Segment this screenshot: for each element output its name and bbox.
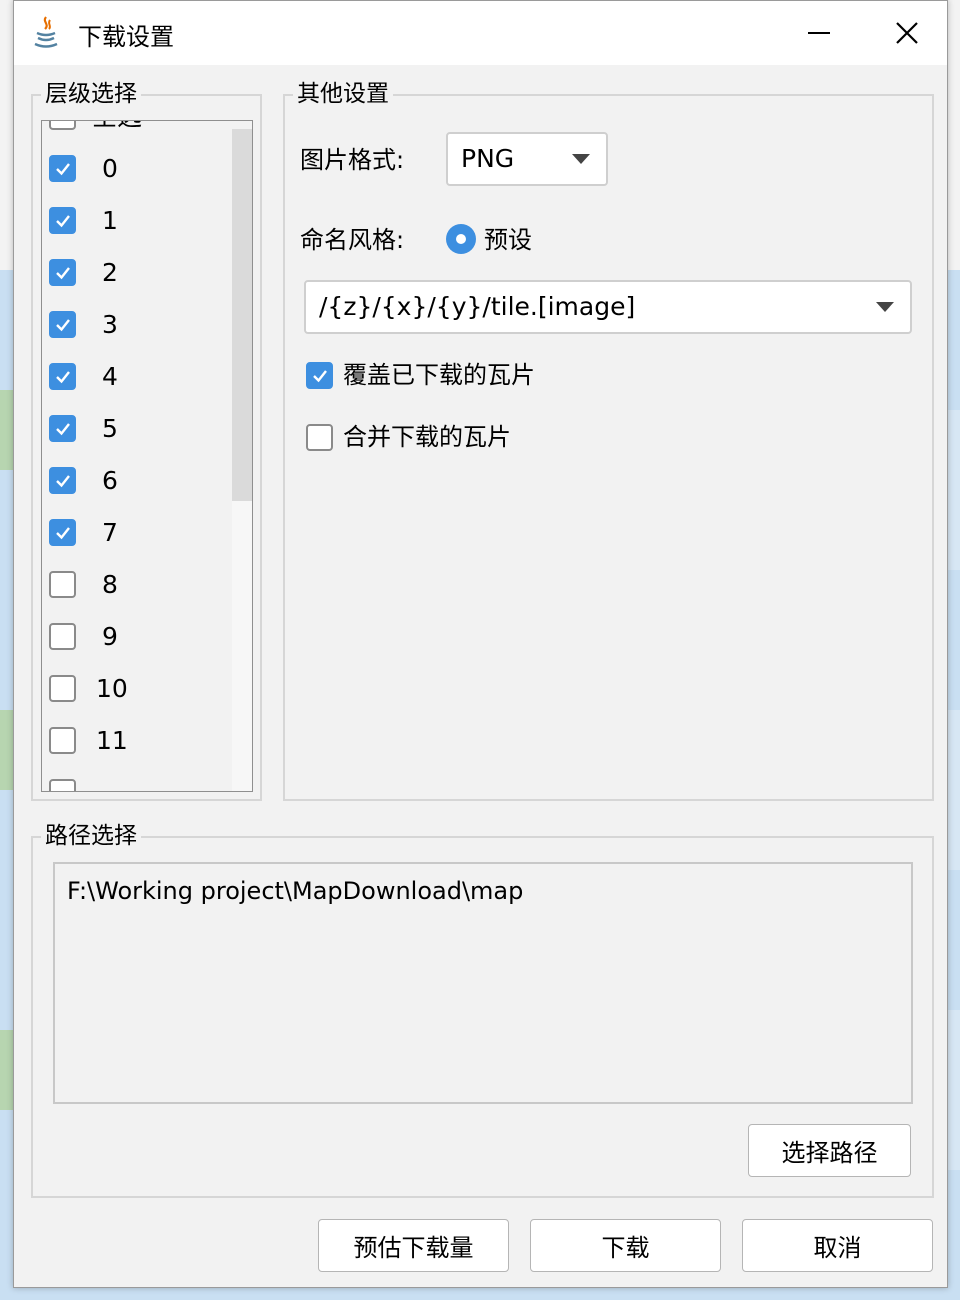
select-all-checkbox[interactable] bbox=[49, 121, 76, 130]
level-item[interactable]: 7 bbox=[42, 507, 230, 559]
level-checkbox[interactable] bbox=[49, 519, 76, 546]
level-item[interactable]: 2 bbox=[42, 247, 230, 299]
check-icon bbox=[56, 475, 70, 488]
level-checkbox[interactable] bbox=[49, 571, 76, 598]
level-checkbox[interactable] bbox=[49, 155, 76, 182]
level-item[interactable]: 10 bbox=[42, 663, 230, 715]
image-format-value: PNG bbox=[461, 144, 515, 173]
image-format-label: 图片格式: bbox=[300, 146, 405, 174]
minimize-icon bbox=[808, 32, 830, 34]
level-label: 1 bbox=[102, 206, 118, 235]
preset-radio[interactable] bbox=[446, 224, 476, 254]
overwrite-checkbox[interactable] bbox=[306, 362, 333, 389]
other-settings-group: 其他设置 图片格式: PNG 命名风格: 预设 /{z}/{x}/{y}/til… bbox=[283, 80, 934, 801]
level-label: 0 bbox=[102, 154, 118, 183]
level-item[interactable]: 9 bbox=[42, 611, 230, 663]
download-settings-dialog: 下载设置 层级选择 全选 0 1 bbox=[13, 0, 948, 1288]
download-button[interactable]: 下载 bbox=[530, 1219, 721, 1272]
background-map-strip-left bbox=[0, 270, 14, 1300]
cancel-button[interactable]: 取消 bbox=[742, 1219, 933, 1272]
level-selection-group: 层级选择 全选 0 1 2 bbox=[31, 80, 262, 801]
level-label: 5 bbox=[102, 414, 118, 443]
background-map-strip-right bbox=[948, 270, 960, 1300]
level-selection-label: 层级选择 bbox=[41, 80, 141, 108]
dropdown-arrow-icon bbox=[572, 154, 590, 164]
merge-checkbox[interactable] bbox=[306, 424, 333, 451]
check-icon bbox=[56, 319, 70, 332]
level-checkbox[interactable] bbox=[49, 259, 76, 286]
select-all-label: 全选 bbox=[92, 121, 142, 131]
dropdown-arrow-icon bbox=[876, 302, 894, 312]
level-item[interactable]: 6 bbox=[42, 455, 230, 507]
minimize-button[interactable] bbox=[796, 11, 842, 55]
close-button[interactable] bbox=[884, 11, 930, 55]
level-label: 3 bbox=[102, 310, 118, 339]
path-selection-label: 路径选择 bbox=[41, 822, 141, 850]
naming-pattern-select[interactable]: /{z}/{x}/{y}/tile.[image] bbox=[304, 280, 912, 334]
choose-path-button[interactable]: 选择路径 bbox=[748, 1124, 911, 1177]
level-item[interactable]: 3 bbox=[42, 299, 230, 351]
level-label: 7 bbox=[102, 518, 118, 547]
image-format-select[interactable]: PNG bbox=[446, 132, 608, 186]
level-list: 全选 0 1 2 3 bbox=[41, 120, 253, 792]
level-checkbox[interactable] bbox=[49, 363, 76, 390]
level-label: 10 bbox=[96, 674, 128, 703]
check-icon bbox=[56, 267, 70, 280]
level-item-partial[interactable] bbox=[42, 767, 230, 791]
level-label: 6 bbox=[102, 466, 118, 495]
level-item-select-all[interactable]: 全选 bbox=[42, 121, 230, 143]
level-checkbox[interactable] bbox=[49, 727, 76, 754]
title-bar: 下载设置 bbox=[14, 1, 947, 65]
preset-radio-label: 预设 bbox=[484, 226, 532, 254]
merge-label: 合并下载的瓦片 bbox=[343, 423, 511, 451]
level-item[interactable]: 1 bbox=[42, 195, 230, 247]
close-icon bbox=[896, 22, 918, 44]
level-items: 全选 0 1 2 3 bbox=[42, 121, 230, 791]
level-checkbox[interactable] bbox=[49, 779, 76, 791]
check-icon bbox=[56, 371, 70, 384]
level-label: 2 bbox=[102, 258, 118, 287]
level-checkbox[interactable] bbox=[49, 675, 76, 702]
level-item[interactable]: 8 bbox=[42, 559, 230, 611]
level-label: 8 bbox=[102, 570, 118, 599]
level-item[interactable]: 4 bbox=[42, 351, 230, 403]
level-label: 11 bbox=[96, 726, 128, 755]
level-item[interactable]: 11 bbox=[42, 715, 230, 767]
check-icon bbox=[56, 163, 70, 176]
level-item[interactable]: 0 bbox=[42, 143, 230, 195]
level-label: 9 bbox=[102, 622, 118, 651]
level-checkbox[interactable] bbox=[49, 311, 76, 338]
check-icon bbox=[56, 527, 70, 540]
naming-pattern-value: /{z}/{x}/{y}/tile.[image] bbox=[319, 292, 636, 321]
level-label: 4 bbox=[102, 362, 118, 391]
naming-style-label: 命名风格: bbox=[300, 226, 405, 254]
java-icon bbox=[34, 16, 58, 48]
window-title: 下载设置 bbox=[78, 23, 174, 51]
path-value: F:\Working project\MapDownload\map bbox=[67, 877, 524, 905]
level-item[interactable]: 5 bbox=[42, 403, 230, 455]
estimate-download-button[interactable]: 预估下载量 bbox=[318, 1219, 509, 1272]
check-icon bbox=[56, 215, 70, 228]
level-checkbox[interactable] bbox=[49, 415, 76, 442]
background-map-strip-bottom bbox=[0, 1288, 960, 1300]
scrollbar-thumb[interactable] bbox=[232, 129, 252, 501]
check-icon bbox=[56, 423, 70, 436]
level-checkbox[interactable] bbox=[49, 623, 76, 650]
overwrite-label: 覆盖已下载的瓦片 bbox=[343, 361, 535, 389]
check-icon bbox=[313, 370, 327, 383]
path-textarea[interactable]: F:\Working project\MapDownload\map bbox=[53, 862, 913, 1104]
path-selection-group: 路径选择 F:\Working project\MapDownload\map … bbox=[31, 822, 934, 1198]
level-checkbox[interactable] bbox=[49, 207, 76, 234]
level-checkbox[interactable] bbox=[49, 467, 76, 494]
other-settings-label: 其他设置 bbox=[293, 80, 393, 108]
level-list-scrollbar[interactable] bbox=[232, 129, 252, 791]
